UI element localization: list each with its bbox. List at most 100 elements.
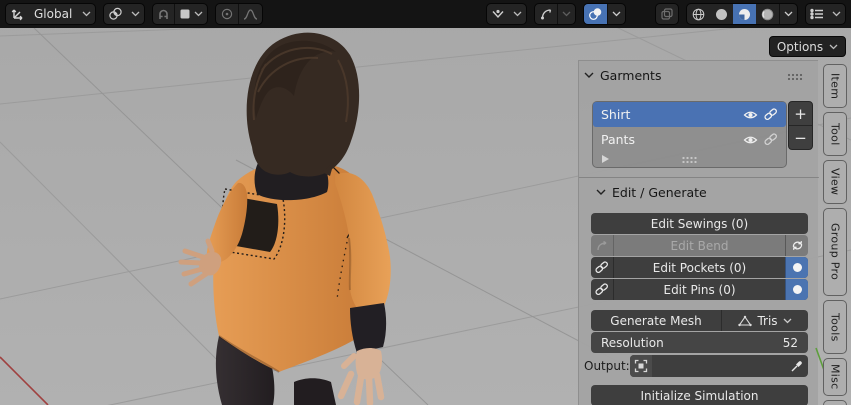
editor-menu-list-icon [806,4,828,24]
expand-filters-icon[interactable] [602,155,609,163]
snap-target-dropdown[interactable] [174,4,207,24]
garment-list-item-shirt[interactable]: Shirt [593,102,786,127]
link-chain-icon [591,257,614,278]
edit-pockets-label: Edit Pockets (0) [652,260,747,275]
proportional-editing-toggle[interactable] [216,4,238,24]
tab-label: Item [828,72,842,100]
magnet-snap-toggle[interactable] [153,4,174,24]
shading-material-button[interactable] [733,4,756,24]
panel-separator [579,177,819,178]
sidebar-tab-misc[interactable]: Misc [823,358,847,396]
link-chain-icon[interactable] [764,133,778,146]
tab-label: Tool [828,122,842,146]
pivot-median-dropdown[interactable] [486,3,527,25]
shading-chevron-icon[interactable] [779,4,797,24]
xray-toggle[interactable] [655,3,679,25]
object-data-icon [630,355,652,377]
link-chain-icon [591,279,614,300]
generate-mesh-label: Generate Mesh [610,313,702,328]
edit-sewings-label: Edit Sewings (0) [650,216,749,231]
gizmo-toggle[interactable] [535,4,557,24]
initialize-simulation-button[interactable]: Initialize Simulation [591,385,808,405]
edit-pins-button[interactable]: Edit Pins (0) [591,279,808,300]
visibility-eye-icon[interactable] [743,135,758,145]
header-right [486,3,846,25]
pockets-toggle[interactable] [785,257,808,278]
sidebar-tab-group-pro[interactable]: Group Pro [823,208,847,296]
xray-icon [656,4,678,24]
edit-sewings-button[interactable]: Edit Sewings (0) [591,213,808,234]
sidebar-tab-tool[interactable]: Tool [823,112,847,156]
toggle-dot-icon [792,263,802,272]
pins-toggle[interactable] [785,279,808,300]
overlays-group [583,3,626,25]
snapping-group [152,3,209,25]
toggle-dot-icon [792,285,802,294]
pivot-point-dropdown[interactable] [103,3,146,25]
garments-panel-title: Garments [600,68,662,83]
overlays-toggle[interactable] [584,4,607,24]
output-label: Output: [584,359,630,373]
output-object-field[interactable] [630,355,808,377]
edit-bend-button[interactable]: Edit Bend [591,235,808,256]
tab-label: Misc [828,364,842,390]
pivot-chevron-icon [127,4,144,24]
resolution-label: Resolution [601,335,664,350]
tab-label: View [828,168,842,196]
editor-menu-chevron-icon [828,4,845,24]
panel-expand-chevron-icon [584,72,594,78]
header-left: Global [5,3,264,25]
mesh-type-value: Tris [757,313,778,328]
mesh-type-chevron-icon [783,318,792,323]
generate-mesh-button[interactable]: Generate Mesh Tris [591,310,808,331]
tab-label: Tools [828,312,842,342]
sidebar-tab-view[interactable]: View [823,160,847,204]
edit-bend-label: Edit Bend [670,238,729,253]
falloff-curve-dropdown[interactable] [238,4,262,24]
sidebar-tab-partial[interactable] [823,400,847,405]
garment-name: Shirt [601,107,631,122]
panel-expand-chevron-icon [596,189,606,195]
link-chain-icon[interactable] [764,108,778,121]
mesh-type-dropdown[interactable]: Tris [721,310,808,331]
remove-garment-button[interactable]: − [788,125,813,150]
pivot-circles-icon [104,4,127,24]
sidebar-tab-item[interactable]: Item [823,64,847,108]
garments-list: Shirt Pants [592,101,787,168]
sidebar-region: Garments Shirt Pants + − Edit / Generate… [578,60,819,405]
gizmo-chevron-icon[interactable] [557,4,575,24]
orientation-chevron-icon [78,4,95,24]
character-model [178,32,391,405]
x-axis-line [0,356,49,405]
shading-solid-button[interactable] [710,4,733,24]
edit-generate-panel-title: Edit / Generate [612,185,707,200]
edit-generate-panel-header[interactable]: Edit / Generate [596,185,707,200]
refresh-icon [792,241,802,250]
edit-pins-label: Edit Pins (0) [663,282,736,297]
orientation-label: Global [28,4,78,24]
options-button[interactable]: Options [769,36,846,57]
garment-name: Pants [601,132,635,147]
transform-orientation-dropdown[interactable]: Global [5,3,97,25]
list-filter-row [593,152,786,166]
options-label: Options [776,39,824,54]
shading-rendered-button[interactable] [756,4,779,24]
orientation-axes-icon [6,4,28,24]
list-resize-grip-icon[interactable] [681,155,698,163]
sidebar-tab-tools[interactable]: Tools [823,300,847,354]
edit-pockets-button[interactable]: Edit Pockets (0) [591,257,808,278]
refresh-bend-button[interactable] [785,235,808,256]
editor-menu-dropdown[interactable] [805,3,846,25]
gizmo-group [534,3,576,25]
resolution-slider[interactable]: Resolution 52 [591,332,808,353]
garment-list-item-pants[interactable]: Pants [593,127,786,152]
viewport-header: Global [0,0,851,28]
eyedropper-button[interactable] [784,360,808,373]
visibility-eye-icon[interactable] [743,110,758,120]
panel-drag-grip-icon[interactable] [787,73,804,80]
overlays-chevron-icon[interactable] [607,4,625,24]
shading-wireframe-button[interactable] [687,4,710,24]
orientation-value: Global [34,7,73,21]
garments-panel-header[interactable]: Garments [584,68,661,83]
add-garment-button[interactable]: + [788,101,813,126]
